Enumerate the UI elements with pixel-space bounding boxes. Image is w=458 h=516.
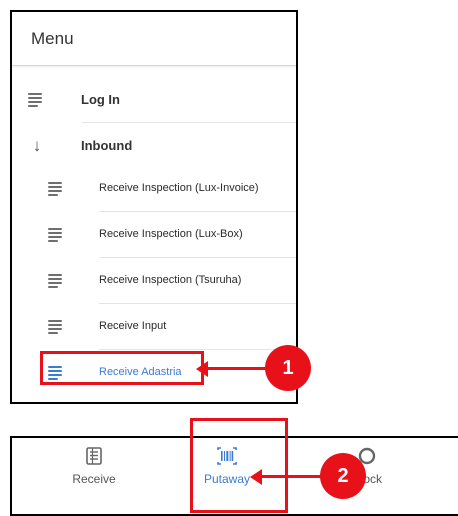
menu-subitem-receive-inspection-lux-invoice[interactable]: Receive Inspection (Lux-Invoice) [12, 166, 296, 212]
menu-header: Menu [12, 12, 296, 66]
menu-title: Menu [31, 29, 74, 48]
menu-subitem-receive-inspection-lux-box[interactable]: Receive Inspection (Lux-Box) [12, 212, 296, 258]
menu-subitem-label: Receive Inspection (Tsuruha) [99, 274, 242, 286]
menu-lines-icon [48, 318, 66, 336]
menu-subitem-receive-inspection-tsuruha[interactable]: Receive Inspection (Tsuruha) [12, 258, 296, 304]
arrow-down-icon: ↓ [32, 136, 42, 155]
menu-lines-icon [28, 91, 46, 109]
menu-subitem-receive-input[interactable]: Receive Input [12, 304, 296, 350]
menu-lines-icon [48, 272, 66, 290]
callout-highlight-box [190, 418, 288, 513]
callout-highlight-box [40, 351, 204, 385]
callout-number-badge: 1 [265, 345, 311, 391]
menu-panel: Menu Log In ↓ Inbound Receive Inspection… [10, 10, 298, 404]
callout-number-badge: 2 [320, 453, 366, 499]
menu-subitem-label: Receive Inspection (Lux-Invoice) [99, 182, 259, 194]
menu-item-label: Inbound [81, 138, 133, 153]
document-list-icon [86, 447, 102, 465]
callout-arrow-head [250, 469, 262, 485]
menu-item-log-in[interactable]: Log In [12, 77, 296, 123]
menu-subitem-label: Receive Inspection (Lux-Box) [99, 228, 243, 240]
callout-arrow-line [208, 367, 270, 370]
tab-label: Receive [72, 472, 116, 486]
menu-item-label: Log In [81, 92, 120, 107]
callout-arrow-line [262, 475, 324, 478]
menu-subitem-label: Receive Input [99, 320, 167, 332]
menu-item-inbound[interactable]: ↓ Inbound [12, 123, 296, 169]
menu-lines-icon [48, 180, 66, 198]
menu-lines-icon [48, 226, 66, 244]
callout-arrow-head [196, 361, 208, 377]
tab-receive[interactable]: Receive [44, 438, 144, 514]
